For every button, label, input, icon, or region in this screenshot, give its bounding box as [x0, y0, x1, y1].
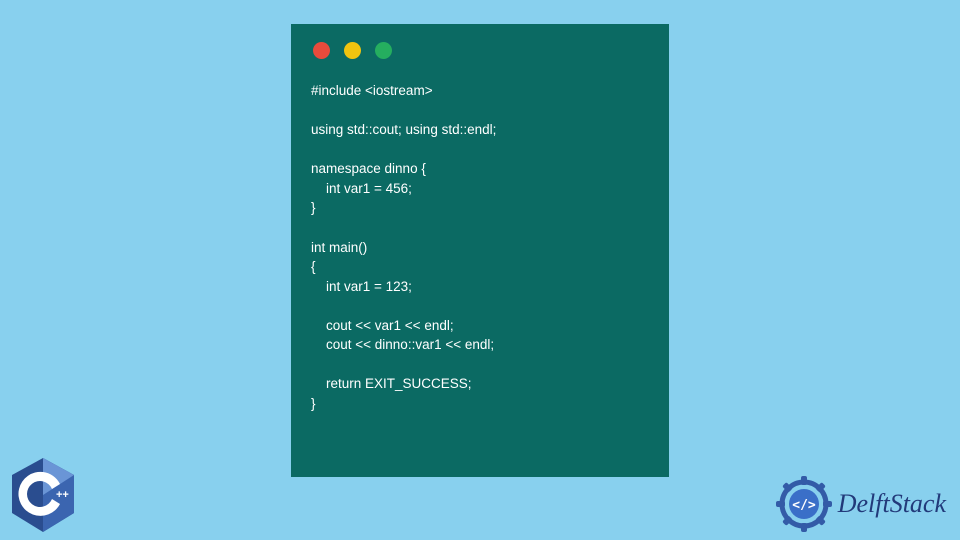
svg-text:</>: </>	[792, 498, 816, 513]
gear-code-icon: </>	[776, 476, 832, 532]
code-block: #include <iostream> using std::cout; usi…	[311, 81, 649, 414]
close-icon[interactable]	[313, 42, 330, 59]
zoom-icon[interactable]	[375, 42, 392, 59]
minimize-icon[interactable]	[344, 42, 361, 59]
code-window: #include <iostream> using std::cout; usi…	[291, 24, 669, 477]
cpp-badge-text: ++	[56, 489, 69, 501]
window-controls	[311, 42, 649, 59]
brand-logo: </> DelftStack	[776, 476, 946, 532]
brand-name: DelftStack	[838, 489, 946, 519]
cpp-badge: ++	[8, 456, 78, 534]
